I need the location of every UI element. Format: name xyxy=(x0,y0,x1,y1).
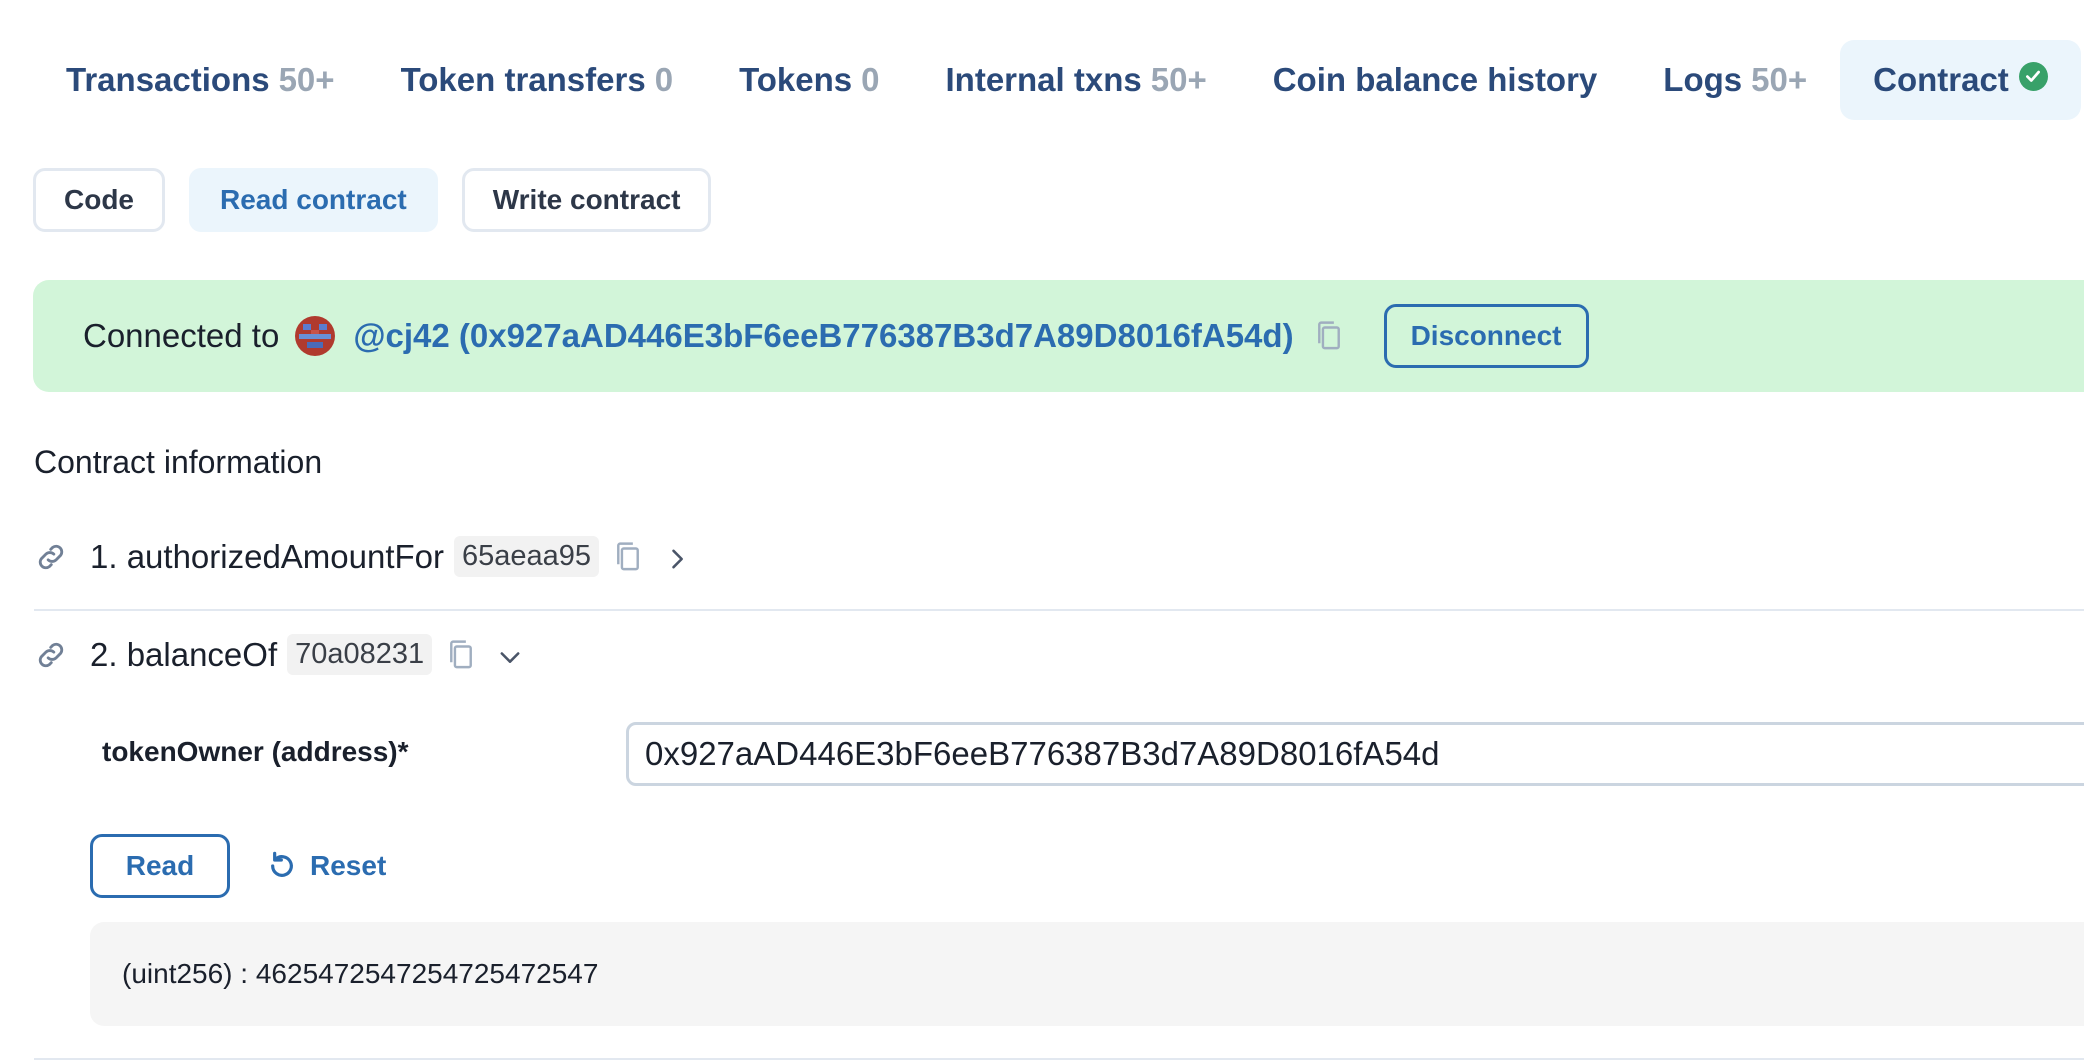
code-button[interactable]: Code xyxy=(33,168,165,232)
contract-subtabs: Code Read contract Write contract xyxy=(33,168,712,232)
tab-transactions[interactable]: Transactions 50+ xyxy=(33,40,368,120)
disconnect-button[interactable]: Disconnect xyxy=(1383,304,1589,368)
copy-icon[interactable] xyxy=(613,540,643,574)
link-icon[interactable] xyxy=(34,638,68,672)
wallet-address-link[interactable]: @cj42 (0x927aAD446E3bF6eeB776387B3d7A89D… xyxy=(353,317,1293,355)
connected-label: Connected to xyxy=(83,317,280,354)
method-name: 2. balanceOf xyxy=(90,635,278,673)
method-row[interactable]: 1. authorizedAmountFor 65aeaa95 xyxy=(34,536,691,577)
divider xyxy=(34,609,2084,611)
token-owner-label: tokenOwner (address)* xyxy=(102,736,409,767)
tab-count: 50+ xyxy=(1150,61,1207,98)
read-button[interactable]: Read xyxy=(90,834,230,898)
reset-icon xyxy=(266,850,298,882)
copy-icon[interactable] xyxy=(446,638,476,672)
tab-label: Internal txns xyxy=(945,61,1142,98)
connected-wallet-banner: Connected to @cj42 (0x927aAD446E3bF6eeB7… xyxy=(33,280,2084,392)
tab-label: Token transfers xyxy=(400,61,646,98)
chevron-right-icon[interactable] xyxy=(663,543,691,571)
link-icon[interactable] xyxy=(34,540,68,574)
tab-coin-balance-history[interactable]: Coin balance history xyxy=(1240,40,1631,120)
tab-label: Contract xyxy=(1873,61,2009,98)
tab-tokens[interactable]: Tokens 0 xyxy=(706,40,912,120)
divider xyxy=(34,1058,2084,1060)
chevron-down-icon[interactable] xyxy=(496,641,524,669)
method-selector: 65aeaa95 xyxy=(454,536,600,577)
write-contract-button[interactable]: Write contract xyxy=(461,168,712,232)
read-contract-button[interactable]: Read contract xyxy=(189,168,438,232)
method-row[interactable]: 2. balanceOf 70a08231 xyxy=(34,634,524,675)
tab-logs[interactable]: Logs 50+ xyxy=(1630,40,1840,120)
tab-token-transfers[interactable]: Token transfers 0 xyxy=(368,40,707,120)
method-name: 1. authorizedAmountFor xyxy=(90,537,445,575)
contract-tabs: Transactions 50+ Token transfers 0 Tokens 0… xyxy=(33,40,2081,120)
tab-contract[interactable]: Contract xyxy=(1840,40,2081,120)
tab-label: Tokens xyxy=(739,61,853,98)
tab-count: 0 xyxy=(861,61,880,98)
verified-check-icon xyxy=(2018,61,2048,91)
tab-label: Logs xyxy=(1663,61,1743,98)
tab-count: 0 xyxy=(654,61,674,98)
tab-internal-txns[interactable]: Internal txns 50+ xyxy=(913,40,1240,120)
section-title: Contract information xyxy=(34,444,323,480)
tab-label: Transactions xyxy=(66,61,270,98)
reset-button[interactable]: Reset xyxy=(266,834,386,898)
reset-label: Reset xyxy=(310,850,387,881)
copy-icon[interactable] xyxy=(1314,319,1344,353)
wallet-avatar xyxy=(295,316,336,356)
token-owner-input[interactable] xyxy=(626,722,2084,786)
method-selector: 70a08231 xyxy=(287,634,433,675)
tab-label: Coin balance history xyxy=(1272,61,1598,98)
result-output: (uint256) : 4625472547254725472547 xyxy=(90,922,2084,1026)
tab-count: 50+ xyxy=(1751,61,1808,98)
tab-count: 50+ xyxy=(278,61,335,98)
